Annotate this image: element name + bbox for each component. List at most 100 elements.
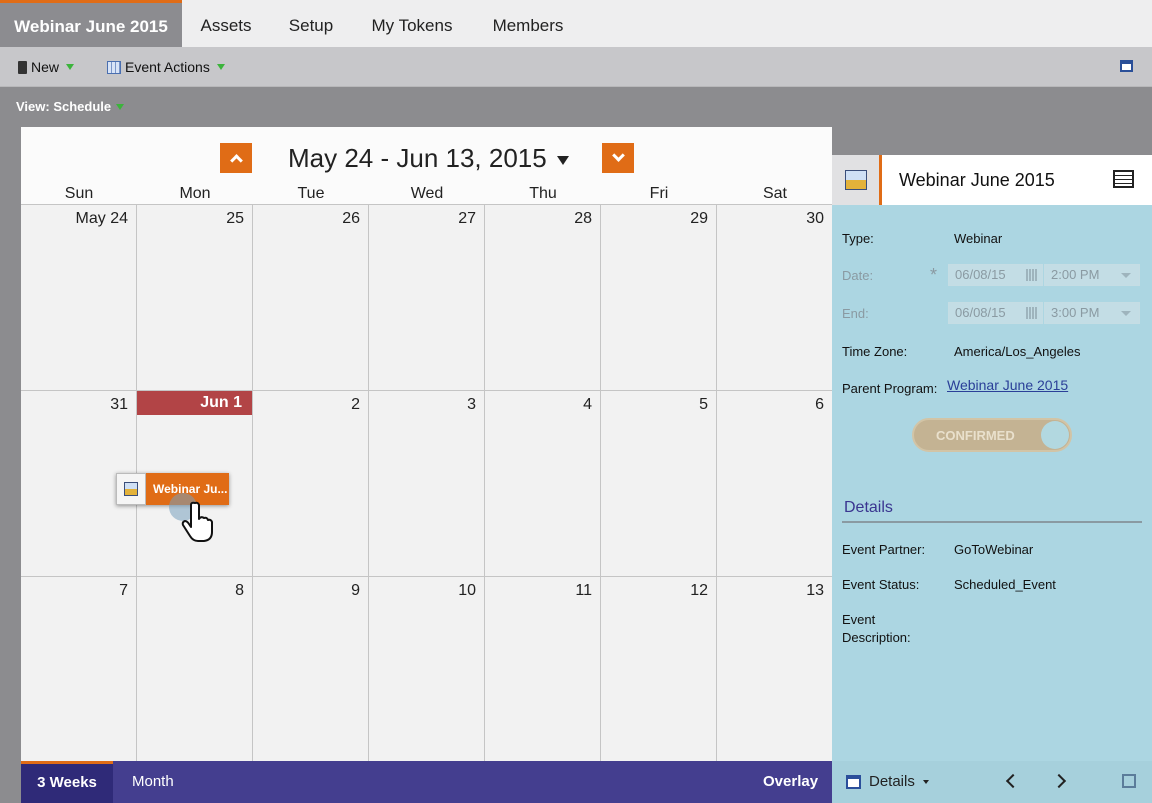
calendar-day-cell[interactable]: 4 <box>485 390 601 576</box>
calendar-day-cell[interactable]: 29 <box>601 204 717 390</box>
date-range-selector[interactable]: May 24 - Jun 13, 2015 <box>288 143 569 174</box>
caret-down-icon <box>1121 311 1131 316</box>
calendar-day-cell[interactable]: 11 <box>485 576 601 762</box>
caret-down-icon <box>556 155 569 165</box>
calendar-day-cell[interactable]: 26 <box>253 204 369 390</box>
date-time-value: 2:00 PM <box>1051 267 1100 282</box>
calendar-day-cell[interactable]: 13 <box>717 576 833 762</box>
calendar-icon <box>846 774 861 789</box>
parent-program-label: Parent Program: <box>842 381 938 396</box>
tab-setup[interactable]: Setup <box>278 0 344 47</box>
end-date-input[interactable]: 06/08/15 <box>948 302 1043 324</box>
day-of-week-header: Fri <box>649 185 669 202</box>
day-number: 26 <box>342 210 360 227</box>
day-number: 30 <box>806 210 824 227</box>
overlay-button[interactable]: Overlay <box>763 761 818 803</box>
details-dropdown-label: Details <box>869 773 915 790</box>
event-actions-button[interactable]: Event Actions <box>107 59 225 75</box>
next-range-button[interactable] <box>602 143 634 173</box>
event-status-value: Scheduled_Event <box>954 577 1056 592</box>
day-of-week-header: Thu <box>529 185 557 202</box>
calendar-day-cell[interactable]: 8 <box>137 576 253 762</box>
day-number: 2 <box>351 396 360 413</box>
event-icon-box <box>116 473 146 505</box>
day-number: May 24 <box>75 210 128 227</box>
date-input[interactable]: 06/08/15 <box>948 264 1043 286</box>
details-panel-title: Webinar June 2015 <box>899 170 1055 190</box>
details-dropdown[interactable]: Details <box>846 773 929 790</box>
month-button[interactable]: Month <box>132 761 174 803</box>
calendar-picker-icon <box>1026 307 1038 319</box>
tab-bar: Webinar June 2015 Assets Setup My Tokens… <box>0 0 1152 47</box>
tab-my-tokens[interactable]: My Tokens <box>362 0 462 47</box>
date-time-select[interactable]: 2:00 PM <box>1044 264 1140 286</box>
day-number: 25 <box>226 210 244 227</box>
day-number: 3 <box>467 396 476 413</box>
toggle-knob <box>1041 421 1069 449</box>
three-weeks-button[interactable]: 3 Weeks <box>21 761 113 803</box>
day-number: 11 <box>575 582 592 599</box>
chevron-down-icon <box>611 149 625 162</box>
day-number: 27 <box>458 210 476 227</box>
calendar-day-cell[interactable]: 9 <box>253 576 369 762</box>
program-icon-box <box>832 155 882 205</box>
end-date-value: 06/08/15 <box>955 305 1006 320</box>
calendar-day-cell[interactable]: 28 <box>485 204 601 390</box>
next-arrow-icon[interactable] <box>1051 773 1067 789</box>
event-partner-label: Event Partner: <box>842 542 926 557</box>
tab-members[interactable]: Members <box>482 0 574 47</box>
end-label: End: <box>842 306 869 321</box>
day-of-week-header: Mon <box>179 185 211 202</box>
details-panel: Webinar June 2015 Type: Webinar Date: * … <box>832 155 1152 761</box>
day-number: 8 <box>235 582 244 599</box>
day-of-week-header: Wed <box>410 185 444 202</box>
calendar-day-cell[interactable]: 7 <box>21 576 137 762</box>
calendar-day-cell[interactable]: 25 <box>137 204 253 390</box>
calendar-day-cell[interactable]: 12 <box>601 576 717 762</box>
calendar-day-cell[interactable]: 10 <box>369 576 485 762</box>
details-footer: Details <box>832 761 1152 803</box>
new-button[interactable]: New <box>18 59 75 75</box>
calendar-day-cell[interactable]: 6 <box>717 390 833 576</box>
day-number: Jun 1 <box>137 391 252 415</box>
day-number: 7 <box>119 582 128 599</box>
day-number: 12 <box>690 582 708 599</box>
tab-webinar-june-2015[interactable]: Webinar June 2015 <box>0 0 182 47</box>
end-time-value: 3:00 PM <box>1051 305 1100 320</box>
calendar-day-cell[interactable]: 27 <box>369 204 485 390</box>
calendar-day-cell[interactable]: 30 <box>717 204 833 390</box>
day-number: 6 <box>815 396 824 413</box>
window-icon <box>1120 60 1133 72</box>
tab-assets[interactable]: Assets <box>190 0 262 47</box>
document-icon[interactable] <box>1113 170 1134 188</box>
dropdown-arrow-icon <box>116 104 125 110</box>
previous-range-button[interactable] <box>220 143 252 173</box>
calendar-header: May 24 - Jun 13, 2015 Sun Mon Tue Wed Thu Fri… <box>21 127 832 204</box>
view-selector[interactable]: View: Schedule <box>16 99 125 114</box>
toolbar: New Event Actions <box>0 47 1152 87</box>
event-partner-value: GoToWebinar <box>954 542 1034 557</box>
window-toggle-button[interactable] <box>1120 60 1133 72</box>
calendar-day-cell[interactable]: 5 <box>601 390 717 576</box>
day-of-week-header: Sun <box>64 185 94 202</box>
previous-arrow-icon[interactable] <box>1005 773 1021 789</box>
end-time-select[interactable]: 3:00 PM <box>1044 302 1140 324</box>
dropdown-arrow-icon <box>216 64 225 70</box>
hand-cursor-icon <box>169 493 213 542</box>
program-person-icon <box>844 170 867 190</box>
calendar-day-cell[interactable]: 2 <box>253 390 369 576</box>
day-number: 10 <box>458 582 476 599</box>
confirmed-toggle[interactable]: CONFIRMED <box>912 418 1072 452</box>
chevron-up-icon <box>229 154 243 167</box>
event-description-label-line2: Description: <box>842 630 911 645</box>
details-section-heading: Details <box>844 499 893 516</box>
close-panel-icon[interactable] <box>1122 774 1136 788</box>
parent-program-link[interactable]: Webinar June 2015 <box>947 377 1068 393</box>
day-of-week-header: Tue <box>297 185 325 202</box>
event-description-label-line1: Event <box>842 612 876 627</box>
day-of-week-header: Sat <box>762 185 787 202</box>
calendar-day-cell[interactable]: 3 <box>369 390 485 576</box>
calendar-day-cell[interactable]: May 24 <box>21 204 137 390</box>
caret-down-icon <box>922 779 929 784</box>
event-person-icon <box>124 482 138 496</box>
